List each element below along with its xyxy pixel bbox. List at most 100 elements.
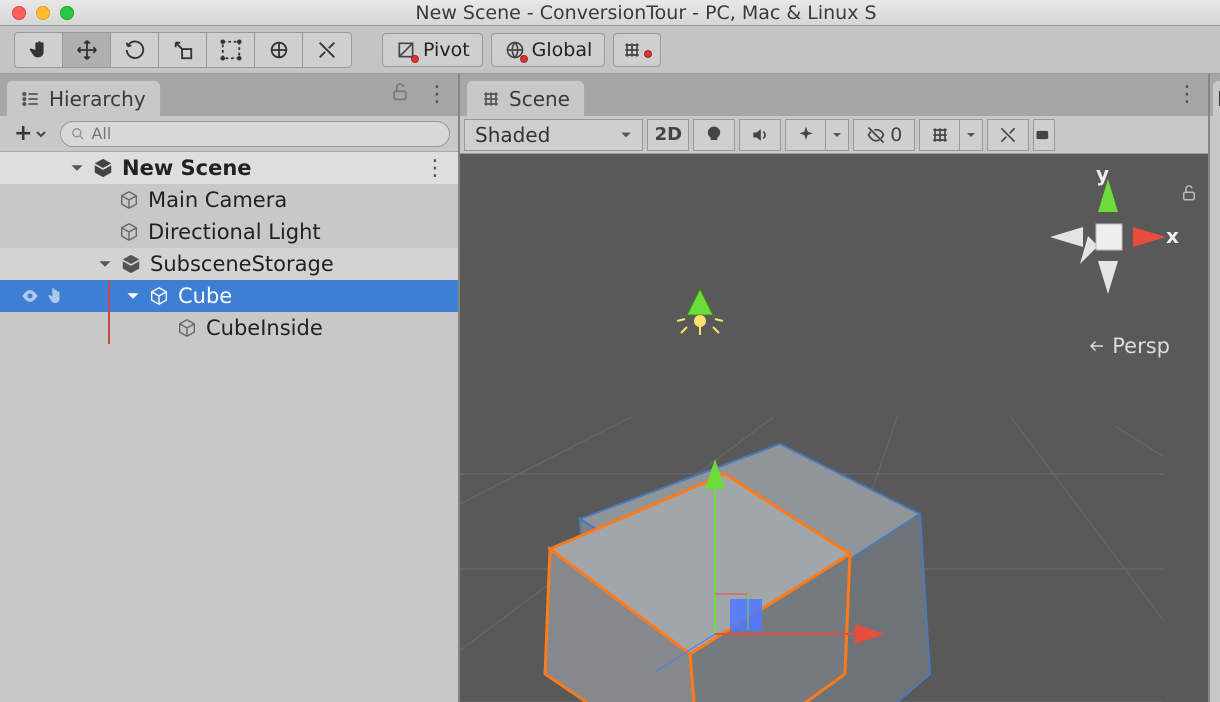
chevron-down-icon <box>620 129 632 141</box>
rect-tool[interactable] <box>207 33 255 67</box>
hidden-objects-button[interactable]: 0 <box>854 120 914 150</box>
chevron-down-icon <box>126 289 140 303</box>
projection-toggle[interactable]: Persp <box>1088 334 1170 358</box>
scene-tab[interactable]: Scene <box>466 80 585 116</box>
hand-tool[interactable] <box>15 33 63 67</box>
hierarchy-panel: Hierarchy ⋮ + <box>0 74 460 702</box>
scene-tab-label: Scene <box>509 87 570 111</box>
rotate-tool[interactable] <box>111 33 159 67</box>
scene-root-row[interactable]: New Scene ⋮ <box>0 152 458 184</box>
snap-icon <box>622 40 642 60</box>
sparkle-icon <box>796 125 816 145</box>
hidden-count: 0 <box>890 124 902 146</box>
directional-light-gizmo <box>675 287 725 337</box>
pivot-icon <box>395 39 417 61</box>
search-input[interactable] <box>91 124 439 143</box>
projection-icon <box>1088 337 1106 355</box>
gizmo-lock-button[interactable] <box>1180 184 1198 207</box>
item-label: Main Camera <box>148 188 287 212</box>
unity-scene-icon <box>120 253 142 275</box>
tree-row-cube[interactable]: Cube <box>0 280 458 312</box>
scene-tab-bar: Scene ⋮ <box>460 74 1208 116</box>
global-toggle[interactable]: Global <box>491 33 606 67</box>
chevron-down-icon <box>70 161 84 175</box>
chevron-down-icon <box>832 130 842 140</box>
main-toolbar: Pivot Global <box>0 26 1220 74</box>
cube-outline-icon <box>118 189 140 211</box>
transform-tools-group <box>14 32 352 68</box>
scene-row-more-button[interactable]: ⋮ <box>424 156 458 181</box>
camera-button[interactable] <box>1034 120 1054 150</box>
axis-y-label: y <box>1096 162 1109 186</box>
chevron-down-icon <box>36 129 46 139</box>
grid-button[interactable] <box>920 120 960 150</box>
subscene-marker <box>108 280 110 312</box>
orientation-gizmo[interactable]: y x <box>1038 164 1178 304</box>
window-title-bar: New Scene - ConversionTour - PC, Mac & L… <box>0 0 1220 26</box>
tree-row-directional-light[interactable]: Directional Light <box>0 216 458 248</box>
unlock-icon <box>390 82 410 102</box>
custom-tool[interactable] <box>303 33 351 67</box>
global-label: Global <box>532 39 593 61</box>
eye-icon <box>20 286 40 306</box>
tree-row-cube-inside[interactable]: CubeInside <box>0 312 458 344</box>
minimize-window-button[interactable] <box>36 6 50 20</box>
pivot-toggle[interactable]: Pivot <box>382 33 483 67</box>
snap-toggle[interactable] <box>613 33 661 67</box>
settings-button[interactable] <box>988 120 1028 150</box>
search-icon <box>71 127 85 141</box>
grid-dropdown[interactable] <box>960 120 982 150</box>
lighting-toggle[interactable] <box>694 120 734 150</box>
row-gutter <box>0 158 64 178</box>
tree-row-main-camera[interactable]: Main Camera <box>0 184 458 216</box>
unity-scene-icon <box>92 157 114 179</box>
list-icon <box>21 89 41 109</box>
finger-icon <box>44 286 64 306</box>
subscene-marker <box>108 312 110 344</box>
move-icon <box>76 39 98 61</box>
scene-panel: Scene ⋮ Shaded 2D 0 <box>460 74 1210 702</box>
inspector-tab[interactable]: I <box>1212 80 1220 116</box>
hierarchy-tree: New Scene ⋮ Main Camera Directional Ligh… <box>0 152 458 702</box>
scene-toolbar: Shaded 2D 0 <box>460 116 1208 154</box>
inspector-panel: I <box>1210 74 1220 702</box>
item-label: Directional Light <box>148 220 321 244</box>
create-button[interactable]: + <box>8 117 52 150</box>
move-tool[interactable] <box>63 33 111 67</box>
maximize-window-button[interactable] <box>60 6 74 20</box>
unlock-icon <box>1180 184 1198 202</box>
tree-row-subscene[interactable]: SubsceneStorage <box>0 248 458 280</box>
2d-toggle[interactable]: 2D <box>648 120 688 150</box>
audio-toggle[interactable] <box>740 120 780 150</box>
shading-mode-dropdown[interactable]: Shaded <box>464 119 643 151</box>
item-label: Cube <box>178 284 232 308</box>
close-window-button[interactable] <box>12 6 26 20</box>
item-label: SubsceneStorage <box>150 252 334 276</box>
transform-combined-icon <box>268 39 290 61</box>
fx-dropdown[interactable] <box>826 120 848 150</box>
context-menu-button[interactable]: ⋮ <box>426 82 448 107</box>
tools-icon <box>998 125 1018 145</box>
lock-button[interactable] <box>390 82 410 107</box>
fx-toggle[interactable] <box>786 120 826 150</box>
window-title: New Scene - ConversionTour - PC, Mac & L… <box>84 2 1208 24</box>
handle-group: Pivot Global <box>382 33 661 67</box>
search-box[interactable] <box>60 121 450 147</box>
hierarchy-tab[interactable]: Hierarchy <box>6 80 161 116</box>
shading-mode-label: Shaded <box>475 123 550 147</box>
item-label: CubeInside <box>206 316 323 340</box>
scene-context-menu-button[interactable]: ⋮ <box>1176 82 1198 107</box>
hierarchy-controls: + <box>0 116 458 152</box>
camera-icon <box>1034 125 1054 145</box>
lightbulb-icon <box>704 125 724 145</box>
audio-icon <box>750 125 770 145</box>
scene-viewport[interactable]: y x Persp <box>460 154 1208 702</box>
scale-tool[interactable] <box>159 33 207 67</box>
pivot-label: Pivot <box>423 39 470 61</box>
scene-name: New Scene <box>122 156 252 180</box>
transform-tool[interactable] <box>255 33 303 67</box>
cube-outline-icon <box>176 317 198 339</box>
chevron-down-icon <box>98 257 112 271</box>
axis-x-label: x <box>1166 224 1179 248</box>
rect-icon <box>220 39 242 61</box>
